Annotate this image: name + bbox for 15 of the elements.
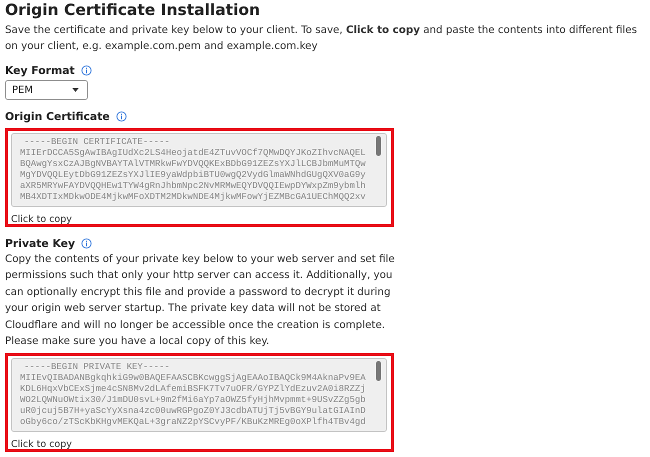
info-icon[interactable] — [81, 238, 92, 248]
scrollbar-thumb[interactable] — [376, 361, 381, 382]
caret-icon — [72, 88, 79, 92]
description-text: Copy the contents of your private key below to your web server and set file permissions such that only your http server can access it. Additionally, you can optionally encrypt this file and provide a password to decrypt it during your origin web server startup. The private key data will not be stored at Cloudflare and will no longer be accessible once the creation is complete. Please make sure you have a local copy of this key. — [5, 252, 396, 350]
key-format-dropdown[interactable]: PEM — [5, 80, 88, 100]
intro-text: Save the certificate and private key below to your client. To save, Click to copy and paste the contents into different files on your client, e.g. example.com.pem and example.com.key — [5, 23, 638, 54]
field-label: Origin Certificate — [5, 110, 110, 122]
copy-link[interactable]: Click to copy — [11, 214, 72, 225]
info-icon[interactable] — [80, 64, 92, 76]
scrollbar-thumb[interactable] — [376, 136, 381, 156]
info-icon[interactable] — [116, 110, 127, 122]
copy-link[interactable]: Click to copy — [11, 439, 72, 450]
field-label: Key Format — [5, 64, 75, 76]
field-label: Private Key — [5, 236, 76, 250]
page-title: Origin Certificate Installation — [5, 0, 262, 20]
